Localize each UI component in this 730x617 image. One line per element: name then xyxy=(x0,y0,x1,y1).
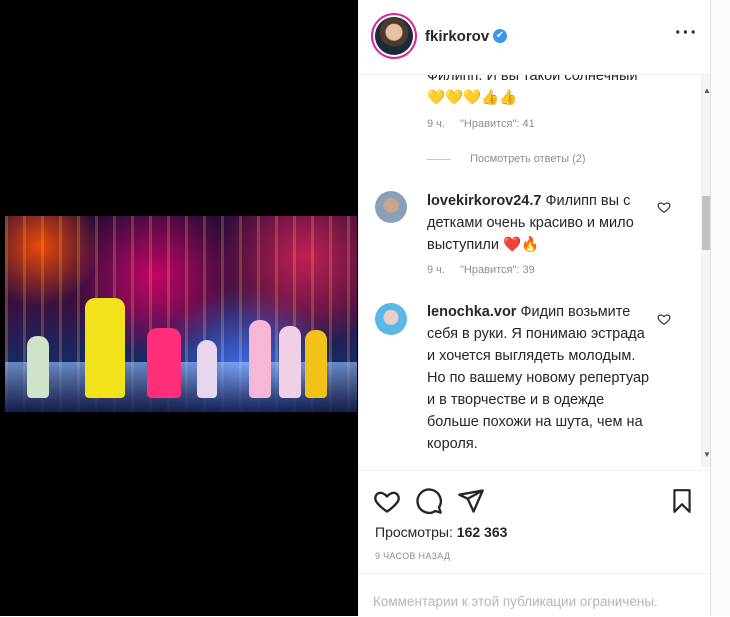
like-comment-heart-icon[interactable] xyxy=(657,200,671,214)
scrollbar-thumb[interactable] xyxy=(702,196,710,250)
post-actions: Просмотры: 162 363 9 ЧАСОВ НАЗАД xyxy=(359,470,711,571)
performer xyxy=(147,328,181,398)
post-timestamp[interactable]: 9 ЧАСОВ НАЗАД xyxy=(375,551,450,561)
like-comment-heart-icon[interactable] xyxy=(657,312,671,326)
like-heart-icon[interactable] xyxy=(373,487,401,515)
author-avatar[interactable] xyxy=(375,17,413,55)
window-edge xyxy=(710,0,730,616)
post-header: fkirkorov ✔ ··· xyxy=(359,0,711,75)
video-player[interactable] xyxy=(5,216,357,412)
performer xyxy=(279,326,301,398)
comment-body: lenochka.vor Фидип возьмите себя в руки.… xyxy=(427,301,652,455)
performer xyxy=(305,330,327,398)
views-count: Просмотры: 162 363 xyxy=(375,524,507,540)
commenter-avatar[interactable] xyxy=(375,303,407,335)
post-panel: fkirkorov ✔ ··· Филипп. И вы такой солне… xyxy=(358,0,711,616)
comment-body: lovekirkorov24.7 Филипп вы с детками оче… xyxy=(427,190,652,256)
comments-list: Филипп. И вы такой солнечный 💛💛💛👍👍 9 ч. … xyxy=(359,75,699,467)
comment-bubble-icon[interactable] xyxy=(415,487,443,515)
comment-meta: 9 ч. "Нравится": 41 xyxy=(427,118,547,130)
comment-time: 9 ч. xyxy=(427,118,445,130)
performer xyxy=(249,320,271,398)
views-number: 162 363 xyxy=(456,524,508,540)
comment-text: Филипп. И вы такой солнечный 💛💛💛👍👍 xyxy=(427,75,638,106)
comment-footer: Комментарии к этой публикации ограничены… xyxy=(359,573,711,617)
save-bookmark-icon[interactable] xyxy=(669,487,695,515)
commenter-username[interactable]: lenochka.vor xyxy=(427,304,516,320)
more-options-icon[interactable]: ··· xyxy=(675,22,698,45)
performer xyxy=(197,340,217,398)
media-panel xyxy=(0,0,358,616)
comment-meta: 9 ч. "Нравится": 39 xyxy=(427,264,547,276)
performer xyxy=(27,336,49,398)
view-replies-button[interactable]: Посмотреть ответы (2) xyxy=(427,153,586,165)
author-username[interactable]: fkirkorov xyxy=(425,28,489,45)
comment-text: Фидип возьмите себя в руки. Я понимаю эс… xyxy=(427,304,650,452)
share-paper-plane-icon[interactable] xyxy=(457,487,485,515)
comment-time: 9 ч. xyxy=(427,264,445,276)
performer xyxy=(85,298,125,398)
verified-badge-icon: ✔ xyxy=(493,29,507,43)
comment-likes[interactable]: "Нравится": 41 xyxy=(460,118,535,130)
comments-disabled-notice: Комментарии к этой публикации ограничены… xyxy=(373,594,658,609)
comment-likes[interactable]: "Нравится": 39 xyxy=(460,264,535,276)
commenter-avatar[interactable] xyxy=(375,191,407,223)
commenter-username[interactable]: lovekirkorov24.7 xyxy=(427,193,541,209)
view-replies-label: Посмотреть ответы (2) xyxy=(470,153,586,165)
replies-divider xyxy=(427,158,451,160)
views-label: Просмотры: xyxy=(375,524,453,540)
